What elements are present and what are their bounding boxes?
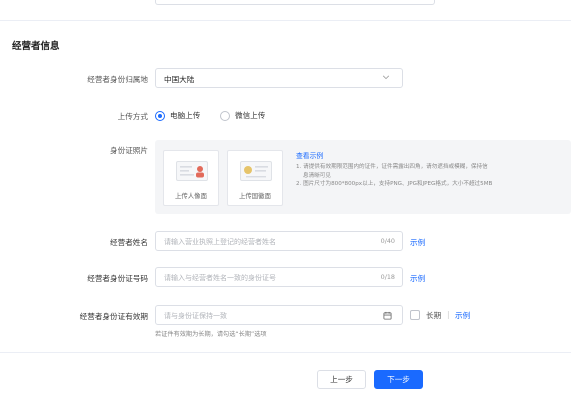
- tip-line-1: 1. 请提供有效期限范围内的证件，证件需露出四角，请勿遮挡或模糊，保持信: [296, 164, 488, 171]
- id-number-example-link[interactable]: 示例: [410, 273, 425, 284]
- operator-name-counter: 0/40: [380, 237, 395, 245]
- radio-computer-upload-label: 电脑上传: [170, 111, 201, 120]
- operator-name-example-link[interactable]: 示例: [410, 237, 425, 248]
- footer-divider: [0, 352, 571, 353]
- long-term-label: 长期: [426, 311, 442, 320]
- id-number-input[interactable]: 请输入与经营者姓名一致的身份证号 0/18: [155, 267, 403, 287]
- id-number-counter: 0/18: [380, 273, 395, 281]
- id-photo-upload-panel: 上传人像面 上传国徽面 查看示例 1. 请提供有效期限范围内的证件，证件需露出四…: [155, 140, 571, 214]
- id-region-label: 经营者身份归属地: [87, 75, 148, 84]
- separator: |: [447, 310, 450, 319]
- radio-computer-upload[interactable]: 电脑上传: [155, 110, 200, 121]
- id-region-select[interactable]: 中国大陆: [155, 68, 403, 88]
- id-validity-hint: 若证件有效期为长期，请勾选“长期”选项: [155, 331, 267, 338]
- operator-name-input[interactable]: 请输入营业执照上登记的经营者姓名 0/40: [155, 231, 403, 251]
- upload-tips: 查看示例 1. 请提供有效期限范围内的证件，证件需露出四角，请勿遮挡或模糊，保持…: [296, 152, 571, 188]
- upload-front-card[interactable]: 上传人像面: [163, 150, 219, 206]
- id-validity-example-link[interactable]: 示例: [455, 310, 470, 321]
- radio-wechat-upload[interactable]: 微信上传: [220, 110, 265, 121]
- upload-back-caption: 上传国徽面: [239, 192, 271, 200]
- upload-back-card[interactable]: 上传国徽面: [227, 150, 283, 206]
- prev-step-button[interactable]: 上一步: [317, 370, 366, 389]
- next-step-button[interactable]: 下一步: [374, 370, 423, 389]
- id-number-placeholder: 请输入与经营者姓名一致的身份证号: [164, 274, 276, 282]
- operator-name-placeholder: 请输入营业执照上登记的经营者姓名: [164, 238, 276, 246]
- id-validity-input[interactable]: 请与身份证保持一致: [155, 305, 403, 325]
- tip-line-2: 息清晰可见: [303, 172, 331, 179]
- previous-field-input[interactable]: [155, 0, 435, 5]
- section-divider-top: [0, 20, 571, 21]
- upload-method-label: 上传方式: [117, 112, 148, 121]
- view-example-link[interactable]: 查看示例: [296, 152, 571, 160]
- id-number-label: 经营者身份证号码: [87, 274, 148, 283]
- long-term-checkbox[interactable]: [410, 310, 420, 320]
- id-card-portrait-icon: [176, 161, 208, 181]
- id-validity-label: 经营者身份证有效期: [79, 312, 148, 321]
- tip-line-3: 2. 图片尺寸为800*800px以上，支持PNG、JPG和JPEG格式，大小不…: [296, 180, 493, 187]
- id-validity-placeholder: 请与身份证保持一致: [164, 312, 227, 320]
- section-title: 经营者信息: [12, 41, 60, 52]
- calendar-icon[interactable]: [383, 311, 392, 320]
- id-photo-label: 身份证照片: [110, 146, 148, 155]
- radio-unselected-icon: [220, 110, 230, 121]
- id-card-emblem-icon: [240, 161, 272, 181]
- chevron-down-icon: [382, 75, 390, 80]
- radio-selected-icon: [155, 110, 165, 121]
- radio-wechat-upload-label: 微信上传: [235, 111, 266, 120]
- upload-front-caption: 上传人像面: [175, 192, 207, 200]
- id-region-value: 中国大陆: [164, 75, 195, 84]
- operator-name-label: 经营者姓名: [110, 238, 148, 247]
